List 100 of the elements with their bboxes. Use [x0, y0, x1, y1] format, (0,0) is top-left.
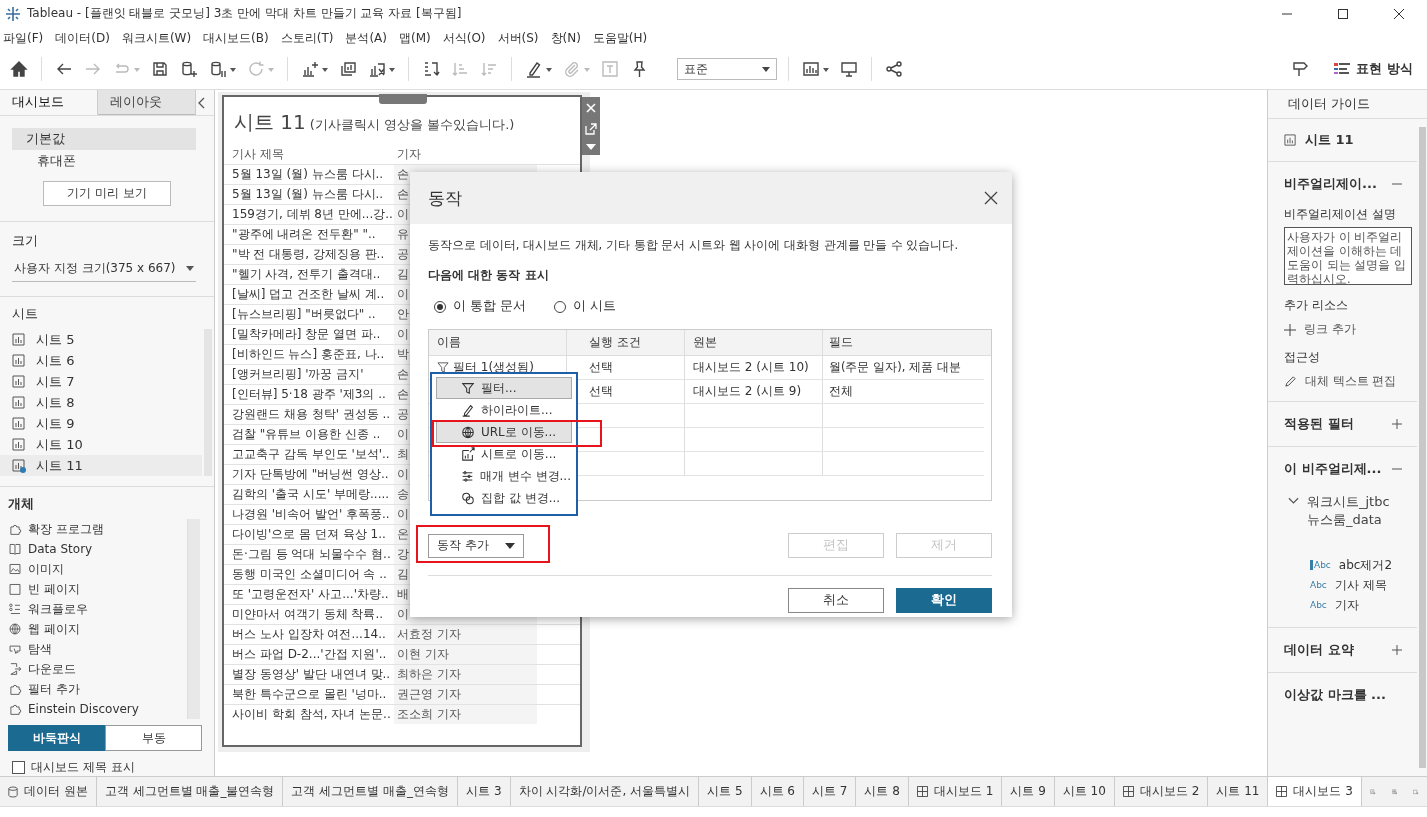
sheet-item[interactable]: 시트 8 — [0, 392, 202, 413]
maximize-icon[interactable] — [1337, 7, 1349, 20]
table-cell[interactable]: 동행 미국인 소셜미디어 속 .. — [224, 566, 394, 583]
table-cell[interactable]: "헬기 사격, 전투기 출격대.. — [224, 266, 394, 283]
object-item[interactable]: 워크플로우 — [8, 599, 187, 619]
object-item[interactable]: 탐색 — [8, 639, 187, 659]
sheet-item[interactable]: 시트 9 — [0, 413, 202, 434]
object-item[interactable]: 다운로드 — [8, 659, 187, 679]
field-name[interactable]: abc제거2 — [1338, 556, 1393, 574]
edit-alt-text-button[interactable]: 대체 텍스트 편집 — [1284, 374, 1403, 389]
expand-icon[interactable] — [1391, 644, 1403, 656]
table-cell[interactable]: 또 '고령운전자' 사고...'차량.. — [224, 586, 394, 603]
close-icon[interactable] — [984, 191, 998, 205]
tooltip-sign-icon[interactable] — [1291, 60, 1310, 78]
table-cell[interactable]: 최하은 기자 — [394, 665, 537, 684]
table-cell[interactable]: 기자 단톡방에 "버닝썬 영상.. — [224, 466, 394, 483]
table-cell[interactable]: 강원랜드 채용 청탁' 권성동 .. — [224, 406, 394, 423]
table-cell[interactable]: 나경원 '비속어 발언' 후폭풍.. — [224, 506, 394, 523]
menu-item[interactable]: 맵(M) — [399, 29, 431, 47]
device-preview-button[interactable]: 기기 미리 보기 — [43, 181, 171, 206]
fit-dropdown[interactable]: 표준 — [677, 58, 777, 80]
scrollbar[interactable] — [1419, 127, 1426, 768]
drag-handle[interactable] — [379, 94, 427, 104]
object-item[interactable]: Einstein Discovery — [8, 699, 187, 719]
chart-icon[interactable] — [802, 60, 829, 78]
menu-item[interactable]: 분석(A) — [345, 29, 387, 47]
table-cell[interactable]: 돈·그림 등 억대 뇌물수수 혐.. — [224, 546, 394, 563]
panel-tab[interactable]: 레이아웃 — [98, 90, 196, 115]
home-icon[interactable] — [10, 60, 28, 78]
sheet-item[interactable]: 시트 7 — [0, 371, 202, 392]
layout-toggle[interactable]: 바둑판식 — [8, 725, 105, 751]
table-cell[interactable]: 월(주문 일자), 제품 대분 — [823, 356, 984, 379]
ok-button[interactable]: 확인 — [896, 588, 992, 613]
table-cell[interactable]: 대시보드 2 (시트 9) — [685, 380, 823, 403]
sheet-item[interactable]: 시트 5 — [0, 329, 202, 350]
new-datasource-icon[interactable] — [180, 60, 198, 78]
sheet-item[interactable]: 시트 11 — [0, 455, 202, 476]
object-item[interactable]: 웹 페이지 — [8, 619, 187, 639]
menu-item[interactable]: 집합 값 변경... — [436, 487, 572, 509]
table-cell[interactable]: 버스 노사 입장차 여전...14.. — [224, 626, 394, 643]
menu-item[interactable]: 워크시트(W) — [121, 29, 192, 47]
table-cell[interactable]: 5월 13일 (월) 뉴스룸 다시.. — [224, 166, 394, 183]
object-item[interactable]: 확장 프로그램 — [8, 519, 187, 539]
sheet-tab[interactable]: 대시보드 3 — [1268, 777, 1362, 806]
menu-item[interactable]: 서버(S) — [497, 29, 539, 47]
menu-item[interactable]: 스토리(T) — [280, 29, 334, 47]
table-cell[interactable]: [앵커브리핑] '까꿍 금지' — [224, 366, 394, 383]
popout-icon[interactable] — [585, 123, 597, 135]
caret-icon[interactable] — [186, 266, 194, 271]
table-cell[interactable]: 북한 특수군으로 몰린 '넝마.. — [224, 686, 394, 703]
object-item[interactable]: 빈 페이지 — [8, 579, 187, 599]
section-title[interactable]: 적용된 필터 — [1284, 415, 1354, 433]
checkbox[interactable] — [12, 761, 25, 774]
show-me-button[interactable]: 표현 방식 — [1334, 60, 1413, 78]
object-item[interactable]: 이미지 — [8, 559, 187, 579]
table-cell[interactable]: [뉴스브리핑] "버릇없다" .. — [224, 306, 394, 323]
table-cell[interactable]: 전체 — [823, 380, 984, 403]
table-cell[interactable]: 서효정 기자 — [394, 625, 537, 644]
caret-icon[interactable] — [762, 66, 770, 72]
duplicate-icon[interactable] — [339, 60, 357, 78]
pause-datasource-icon[interactable] — [209, 60, 236, 78]
field-name[interactable]: 기자 — [1334, 596, 1359, 614]
share-icon[interactable] — [885, 60, 903, 78]
menu-item[interactable]: 창(N) — [550, 29, 581, 47]
caret-icon[interactable] — [504, 542, 515, 549]
menu-item[interactable]: 파일(F) — [3, 29, 44, 47]
table-cell[interactable]: 5월 13일 (월) 뉴스룸 다시.. — [224, 186, 394, 203]
table-cell[interactable]: 권근영 기자 — [394, 685, 537, 704]
table-cell[interactable]: [비하인드 뉴스] 홍준표, 나.. — [224, 346, 394, 363]
scrollbar[interactable] — [187, 519, 200, 719]
object-item[interactable]: 필터 추가 — [8, 679, 187, 699]
swap-icon[interactable] — [422, 60, 440, 78]
section-title[interactable]: 이 비주얼리제... — [1284, 460, 1382, 478]
datasource-name[interactable]: 워크시트_jtbc 뉴스룸_data — [1307, 493, 1403, 529]
highlight-icon[interactable] — [525, 60, 552, 78]
table-cell[interactable]: [인터뷰] 5·18 광주 '제3의 .. — [224, 386, 394, 403]
layout-toggle[interactable]: 부동 — [105, 725, 202, 751]
table-cell[interactable]: [밀착카메라] 창문 열면 파.. — [224, 326, 394, 343]
table-cell[interactable]: 별장 동영상' 발단 내연녀 맞.. — [224, 666, 394, 683]
new-sheet-icon[interactable] — [301, 60, 328, 78]
expand-icon[interactable] — [1391, 418, 1403, 430]
table-cell[interactable]: 조소희 기자 — [394, 705, 537, 724]
object-item[interactable]: Data Story — [8, 539, 187, 559]
description-field[interactable]: 사용자가 이 비주얼리제이션을 이해하는 데 도움이 되는 설명을 입력하십시오. — [1284, 227, 1412, 285]
table-cell[interactable]: 대시보드 2 (시트 10) — [685, 356, 823, 379]
clear-icon[interactable] — [368, 60, 395, 78]
menu-item[interactable]: 매개 변수 변경... — [436, 465, 572, 487]
table-cell[interactable]: 김학의 '출국 시도' 부메랑..... — [224, 486, 394, 503]
menu-item[interactable]: 필터... — [436, 377, 572, 399]
table-cell[interactable]: 검찰 "유튜브 이용한 신종 .. — [224, 426, 394, 443]
present-icon[interactable] — [840, 60, 858, 78]
table-cell[interactable]: 미얀마서 여객기 동체 착륙.. — [224, 606, 394, 623]
table-cell[interactable]: [날씨] 덥고 건조한 날씨 계.. — [224, 286, 394, 303]
menu-item[interactable]: 대시보드(B) — [203, 29, 269, 47]
table-cell[interactable]: 이현 기자 — [394, 645, 537, 664]
menu-item[interactable]: 데이터(D) — [55, 29, 110, 47]
section-title[interactable]: 이상값 마크를 ... — [1284, 686, 1386, 704]
field-name[interactable]: 기사 제목 — [1334, 576, 1387, 594]
section-title[interactable]: 데이터 요약 — [1284, 641, 1354, 659]
device-item[interactable]: 휴대폰 — [12, 150, 196, 172]
